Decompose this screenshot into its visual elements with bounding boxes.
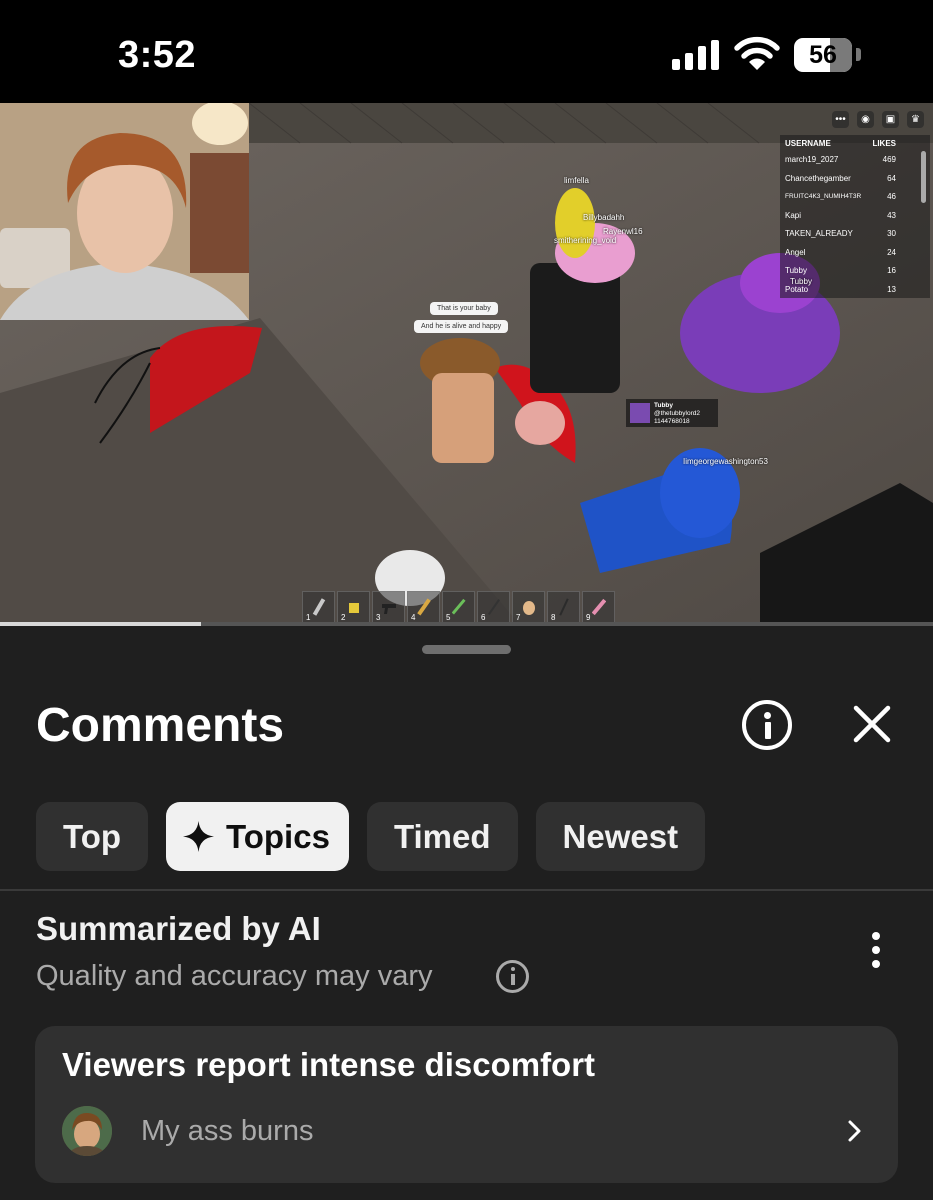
game-leaderboard: USERNAME LIKES march19_2027 469 Chancethe… [780,135,930,298]
battery-cap [856,48,861,61]
status-bar: 3:52 56 [0,0,933,103]
hotbar-slot[interactable]: 5 [442,591,475,624]
leaderboard-row: Kapi 43 [785,210,896,220]
tab-newest[interactable]: Newest [535,802,706,871]
topic-card[interactable]: Viewers report intense discomfort My ass… [35,1026,898,1183]
avatar [62,1106,112,1156]
tab-top[interactable]: Top [36,802,149,871]
camera-icon[interactable]: ◉ [857,111,874,128]
save-icon[interactable]: ▣ [882,111,899,128]
gun-icon [382,604,396,614]
leaderboard-row: TAKEN_ALREADY 30 [785,229,896,238]
hotbar-slot[interactable]: 6 [477,591,510,624]
webcam-overlay [0,103,249,320]
hotbar-slot[interactable]: 1 [302,591,335,624]
leaderboard-row: Chancethegamber 64 [785,173,896,183]
battery-level: 56 [809,41,837,69]
chat-bubble: And he is alive and happy [414,320,509,333]
player-name-tag: Iimgeorgewashington53 [683,457,768,466]
hotbar-slot[interactable]: 3 [372,591,405,624]
player-name-tag: Tubby [790,277,812,286]
player-name-tag: limfella [564,176,589,185]
comment-sort-tabs: Top Topics Timed Newest [36,802,706,871]
chat-bubble: That is your baby [430,302,498,315]
wifi-icon [734,36,780,70]
leaderboard-scrollbar[interactable] [921,151,926,203]
status-time: 3:52 [118,34,197,76]
topic-sample-comment: My ass burns [141,1115,314,1147]
leaderboard-row: FRUITC4K3_NUMIH4T3R 46 [785,192,896,201]
leaderboard-row: march19_2027 469 [785,155,896,164]
player-name-tag: smitherining_void [554,236,617,245]
tab-topics[interactable]: Topics [166,802,349,871]
tab-timed[interactable]: Timed [366,802,518,871]
chevron-right-icon[interactable] [843,1118,865,1144]
game-toolbar: ••• ◉ ▣ ♛ [832,111,924,128]
hotbar-slot[interactable]: 4 [407,591,440,624]
video-player[interactable]: ••• ◉ ▣ ♛ USERNAME LIKES march19_2027 469… [0,103,933,625]
hand-icon [523,601,535,615]
more-horizontal-icon[interactable]: ••• [832,111,849,128]
player-name-tag: Billybadahh [583,213,625,222]
hotbar-slot[interactable]: 2 [337,591,370,624]
hotbar-slot[interactable]: 8 [547,591,580,624]
more-vertical-icon[interactable] [860,928,892,972]
candy-icon [592,598,606,616]
ai-summary-subtitle: Quality and accuracy may vary [36,960,433,992]
player-card: Tubby @thetubbylord2 1144768018 [626,399,718,427]
info-icon[interactable] [496,960,529,993]
battery-icon: 56 [794,38,852,72]
trophy-icon[interactable]: ♛ [907,111,924,128]
cellular-signal-icon [672,40,719,70]
leaderboard-row: Angel 24 [785,247,896,257]
topic-title: Viewers report intense discomfort [62,1046,596,1083]
comments-title: Comments [36,699,285,752]
info-icon[interactable] [742,700,792,750]
hotbar-slot[interactable]: 7 [512,591,545,624]
blade-icon [559,598,569,616]
syringe-icon [452,598,466,615]
close-icon[interactable] [852,704,892,744]
divider [0,889,933,891]
leaderboard-header: USERNAME LIKES [785,139,896,148]
bat-icon [417,598,431,616]
knife-icon [488,599,500,615]
game-hotbar: 1 2 3 4 5 6 7 8 9 [302,591,615,624]
comments-sheet: Comments Top Topics Timed Newest Summari… [0,626,933,1200]
player-avatar [630,403,650,423]
item-icon [312,598,326,616]
item-icon [349,603,359,613]
sparkle-icon [183,821,215,852]
player-name-tag: Rayenwl16 [603,227,643,236]
hotbar-slot[interactable]: 9 [582,591,615,624]
sheet-drag-handle[interactable] [422,645,511,654]
ai-summary-title: Summarized by AI [36,910,321,947]
